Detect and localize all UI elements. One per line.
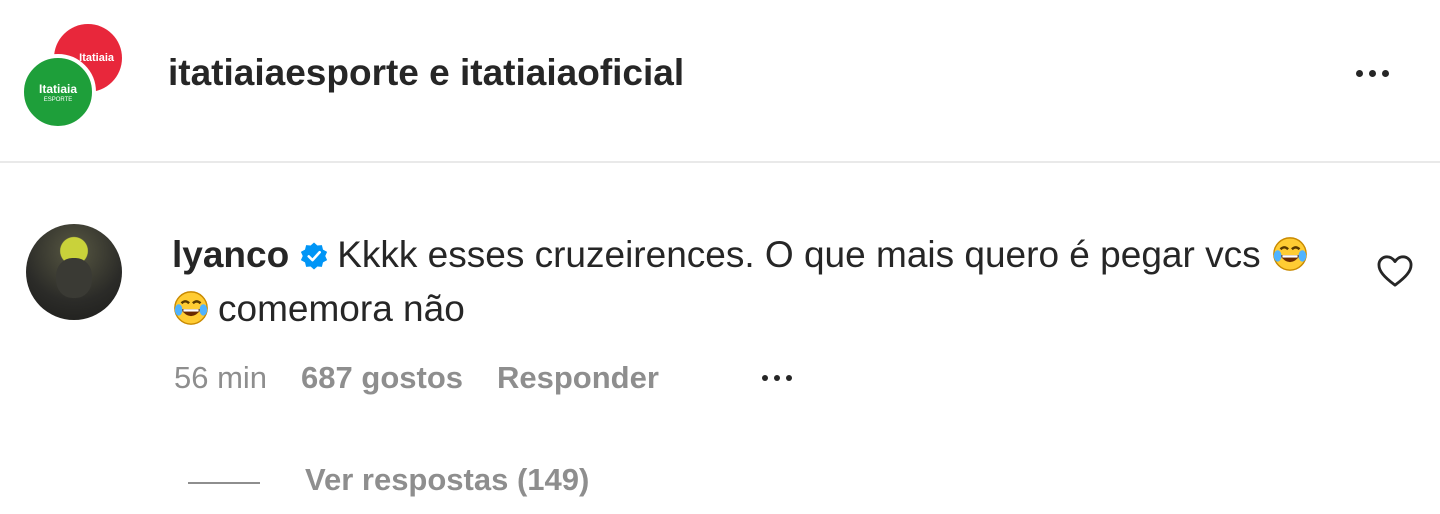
post-header: Itatiaia Itatiaia ESPORTE itatiaiaesport…	[0, 0, 1440, 163]
comment-likes-count[interactable]: 687 gostos	[301, 360, 463, 396]
reply-button[interactable]: Responder	[497, 360, 659, 396]
avatar-face	[56, 258, 92, 298]
comment-options-button[interactable]	[762, 370, 810, 386]
more-dot	[1368, 69, 1376, 77]
view-replies-button[interactable]: Ver respostas (149)	[305, 462, 589, 498]
more-dot	[1381, 69, 1389, 77]
collab-avatars[interactable]: Itatiaia Itatiaia ESPORTE	[20, 24, 130, 130]
commenter-avatar[interactable]	[26, 224, 122, 320]
comment-body: lyanco Kkkk esses cruzeirences. O que ma…	[172, 228, 1322, 336]
avatar-red-text: Itatiaia	[79, 52, 114, 64]
heart-outline-icon[interactable]	[1376, 254, 1414, 288]
more-horizontal-icon	[762, 375, 768, 381]
comment-text-part2: comemora não	[218, 288, 465, 329]
more-options-button[interactable]	[1344, 58, 1400, 88]
post-author-title[interactable]: itatiaiaesporte e itatiaiaoficial	[168, 52, 684, 94]
more-dot	[774, 375, 780, 381]
replies-divider	[188, 482, 260, 484]
comment-time[interactable]: 56 min	[174, 360, 267, 396]
more-horizontal-icon	[1355, 69, 1363, 77]
more-dot	[786, 375, 792, 381]
verified-badge-icon	[301, 242, 328, 270]
comment-text-part1: Kkkk esses cruzeirences. O que mais quer…	[337, 234, 1261, 275]
avatar-itatiaiaesporte[interactable]: Itatiaia ESPORTE	[20, 54, 96, 130]
avatar-green-subtext: ESPORTE	[43, 97, 73, 103]
tears-of-joy-emoji	[1272, 237, 1307, 271]
comment-username[interactable]: lyanco	[172, 234, 289, 275]
comment-meta: 56 min 687 gostos Responder	[174, 356, 659, 400]
avatar-green-text: Itatiaia	[38, 82, 77, 96]
tears-of-joy-emoji	[174, 291, 208, 325]
